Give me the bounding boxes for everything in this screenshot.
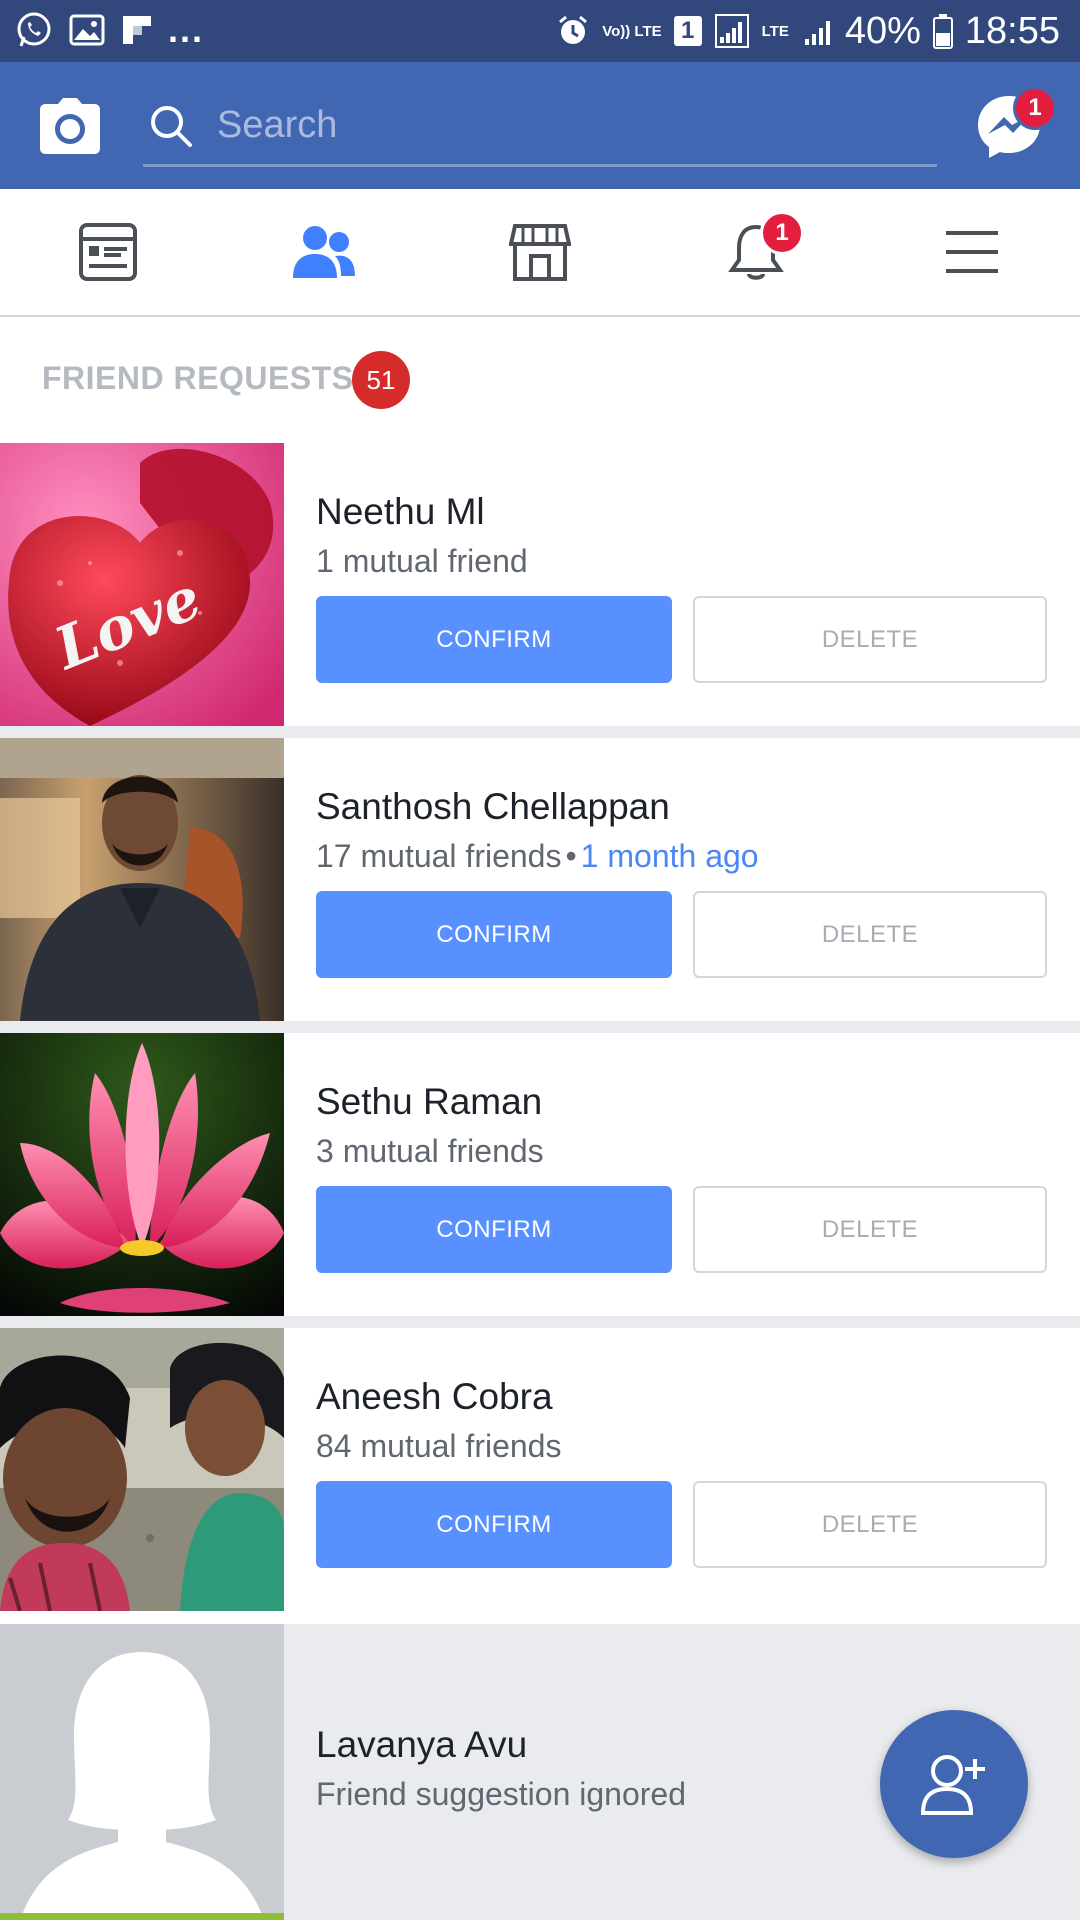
status-bar: ... Vo)) LTE 1 LTE 40% 18:55 bbox=[0, 0, 1080, 62]
signal-icon bbox=[714, 14, 749, 48]
friend-request-row: Santhosh Chellappan 17 mutual friends • 1 … bbox=[0, 738, 1080, 1021]
delete-button[interactable]: DELETE bbox=[693, 891, 1047, 978]
mutual-friends: 1 mutual friend bbox=[316, 543, 528, 580]
love-heart-photo: Love bbox=[0, 443, 284, 726]
delete-button[interactable]: DELETE bbox=[693, 1481, 1047, 1568]
battery-percent: 40% bbox=[844, 10, 921, 52]
requester-name[interactable]: Sethu Raman bbox=[316, 1081, 542, 1123]
mutual-friends-text: 17 mutual friends bbox=[316, 838, 562, 874]
add-friend-icon bbox=[920, 1755, 985, 1815]
mutual-friends-text: 3 mutual friends bbox=[316, 1133, 544, 1169]
tab-menu[interactable] bbox=[864, 189, 1080, 315]
battery-icon bbox=[932, 14, 953, 49]
alarm-icon bbox=[559, 15, 588, 44]
friend-request-row: Love Neethu Ml 1 mutual friend CONFIRM D… bbox=[0, 443, 1080, 726]
mutual-friends: 3 mutual friends bbox=[316, 1133, 544, 1170]
search-input[interactable] bbox=[215, 94, 919, 156]
separator-dot: • bbox=[565, 838, 577, 874]
avatar[interactable] bbox=[0, 738, 284, 1021]
messenger-badge: 1 bbox=[1013, 86, 1057, 130]
avatar[interactable] bbox=[0, 1328, 284, 1611]
row-divider bbox=[0, 1021, 1080, 1033]
avatar[interactable] bbox=[0, 1624, 284, 1920]
volte-indicator: Vo)) LTE bbox=[602, 22, 662, 40]
add-friend-button[interactable] bbox=[880, 1710, 1028, 1858]
delete-button[interactable]: DELETE bbox=[693, 596, 1047, 683]
man-portrait-photo bbox=[0, 738, 284, 1021]
requester-name[interactable]: Aneesh Cobra bbox=[316, 1376, 553, 1418]
lotus-flower-photo bbox=[0, 1033, 284, 1316]
tab-friends[interactable] bbox=[216, 189, 432, 315]
avatar[interactable] bbox=[0, 1033, 284, 1316]
lte-indicator: LTE bbox=[761, 22, 789, 40]
signal-bars-icon bbox=[804, 21, 830, 45]
clock: 18:55 bbox=[964, 10, 1060, 52]
gallery-icon bbox=[69, 14, 105, 46]
tab-marketplace[interactable] bbox=[432, 189, 648, 315]
section-title: FRIEND REQUESTS bbox=[42, 360, 354, 396]
hamburger-menu-icon bbox=[946, 231, 998, 273]
notifications-badge: 1 bbox=[760, 211, 804, 255]
news-feed-icon bbox=[79, 223, 137, 281]
next-avatar-peek bbox=[0, 1913, 284, 1920]
confirm-button[interactable]: CONFIRM bbox=[316, 1481, 672, 1568]
friend-request-row: Sethu Raman 3 mutual friends CONFIRM DEL… bbox=[0, 1033, 1080, 1316]
sim-indicator: 1 bbox=[673, 16, 702, 46]
friends-icon bbox=[293, 226, 355, 278]
mutual-friends-text: 84 mutual friends bbox=[316, 1428, 562, 1464]
flipboard-icon bbox=[123, 16, 151, 44]
default-female-silhouette bbox=[0, 1624, 284, 1920]
delete-button[interactable]: DELETE bbox=[693, 1186, 1047, 1273]
whatsapp-icon bbox=[17, 12, 51, 47]
confirm-button[interactable]: CONFIRM bbox=[316, 1186, 672, 1273]
more-notifications-indicator: ... bbox=[168, 9, 205, 50]
top-app-bar bbox=[0, 62, 1080, 189]
row-divider bbox=[0, 726, 1080, 738]
tab-notifications[interactable] bbox=[648, 189, 864, 315]
mutual-friends-text: 1 mutual friend bbox=[316, 543, 528, 579]
two-men-selfie-photo bbox=[0, 1328, 284, 1611]
mutual-friends: 17 mutual friends • 1 month ago bbox=[316, 838, 759, 875]
requester-name[interactable]: Santhosh Chellappan bbox=[316, 786, 670, 828]
search-icon bbox=[151, 106, 192, 147]
nav-tabs bbox=[0, 189, 1080, 317]
mutual-friends: 84 mutual friends bbox=[316, 1428, 561, 1465]
marketplace-icon bbox=[509, 224, 571, 281]
search-bar[interactable] bbox=[143, 84, 937, 167]
suggestion-name[interactable]: Lavanya Avu bbox=[316, 1724, 527, 1766]
row-divider bbox=[0, 1316, 1080, 1328]
camera-icon[interactable] bbox=[38, 96, 102, 156]
avatar[interactable]: Love bbox=[0, 443, 284, 726]
request-time-link[interactable]: 1 month ago bbox=[581, 838, 759, 874]
confirm-button[interactable]: CONFIRM bbox=[316, 891, 672, 978]
friend-requests-count-badge: 51 bbox=[352, 351, 410, 409]
confirm-button[interactable]: CONFIRM bbox=[316, 596, 672, 683]
friend-request-row: Aneesh Cobra 84 mutual friends CONFIRM D… bbox=[0, 1328, 1080, 1611]
requester-name[interactable]: Neethu Ml bbox=[316, 491, 485, 533]
tab-news-feed[interactable] bbox=[0, 189, 216, 315]
suggestion-status: Friend suggestion ignored bbox=[316, 1776, 687, 1812]
